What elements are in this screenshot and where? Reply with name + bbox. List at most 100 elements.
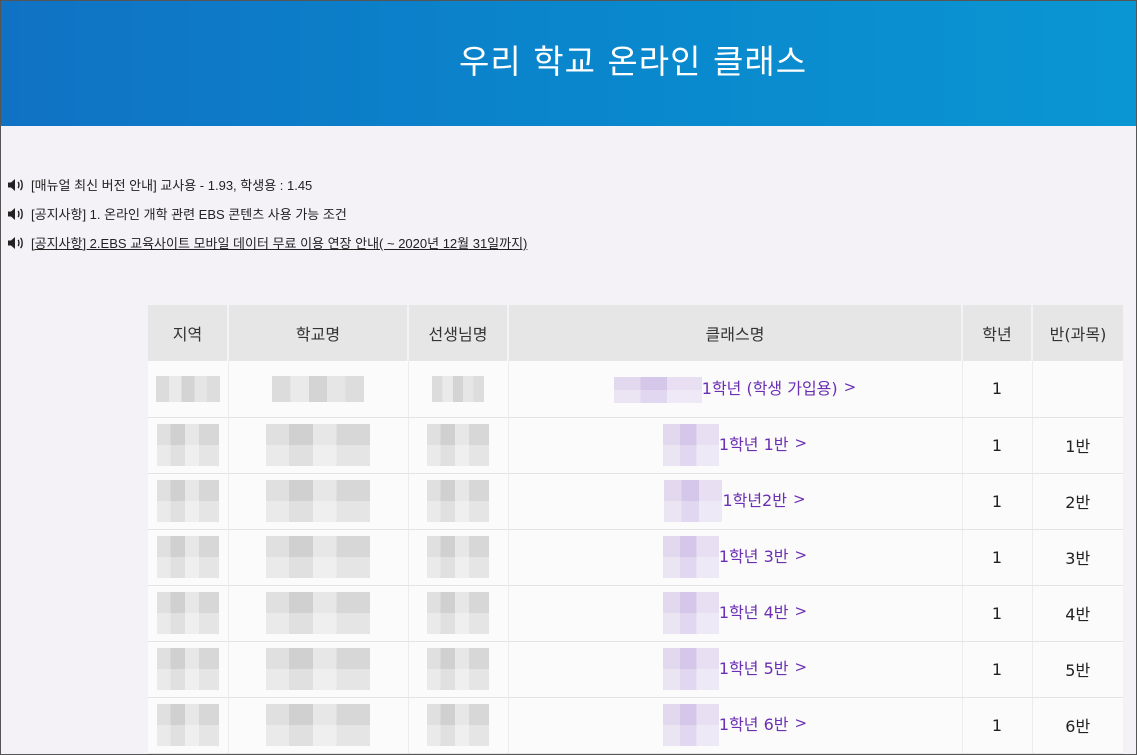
- redacted-teacher: [427, 536, 489, 578]
- region-cell: [148, 529, 229, 586]
- speaker-icon: [8, 178, 23, 191]
- redacted-class-prefix: [662, 592, 719, 634]
- redacted-school: [266, 536, 370, 578]
- school-cell: [228, 361, 409, 418]
- grade-cell: 1: [962, 361, 1033, 418]
- table-row[interactable]: 1학년 3반 > 1 3반: [148, 529, 1123, 586]
- teacher-cell: [408, 585, 509, 642]
- column-header-grade: 학년: [962, 305, 1033, 361]
- chevron-right-icon: >: [843, 378, 857, 396]
- redacted-region: [155, 375, 220, 402]
- speaker-icon: [8, 207, 23, 220]
- notice-link[interactable]: [공지사항] 2.EBS 교육사이트 모바일 데이터 무료 이용 연장 안내( …: [31, 233, 527, 252]
- table-row[interactable]: 1학년 5반 > 1 5반: [148, 641, 1123, 698]
- notice-item[interactable]: [매뉴얼 최신 버전 안내] 교사용 - 1.93, 학생용 : 1.45: [7, 170, 527, 199]
- column-header-school: 학교명: [228, 305, 409, 361]
- region-cell: [148, 473, 229, 530]
- chevron-right-icon: >: [794, 433, 808, 452]
- redacted-school: [266, 480, 370, 522]
- chevron-right-icon: >: [794, 713, 808, 732]
- teacher-cell: [408, 473, 509, 530]
- notice-text: [매뉴얼 최신 버전 안내] 교사용 - 1.93, 학생용 : 1.45: [31, 178, 313, 193]
- redacted-region: [156, 536, 219, 578]
- redacted-class-prefix: [613, 376, 702, 403]
- class-cell[interactable]: 1학년 4반 >: [508, 585, 963, 642]
- school-cell: [228, 529, 409, 586]
- notice-item[interactable]: [공지사항] 1. 온라인 개학 관련 EBS 콘텐츠 사용 가능 조건: [7, 199, 527, 228]
- school-cell: [228, 473, 409, 530]
- redacted-class-prefix: [662, 536, 719, 578]
- school-cell: [228, 697, 409, 754]
- class-cell[interactable]: 1학년 3반 >: [508, 529, 963, 586]
- class-link[interactable]: 1학년 5반 >: [719, 655, 807, 679]
- section-cell: 5반: [1032, 641, 1123, 698]
- section-cell: 4반: [1032, 585, 1123, 642]
- grade-cell: 1: [962, 585, 1033, 642]
- region-cell: [148, 417, 229, 474]
- section-cell: 3반: [1032, 529, 1123, 586]
- class-name: 1학년 6반: [718, 714, 789, 734]
- teacher-cell: [408, 641, 509, 698]
- class-name: 1학년2반: [722, 490, 787, 510]
- table-row[interactable]: 1학년 1반 > 1 1반: [148, 417, 1123, 474]
- redacted-teacher: [427, 704, 489, 746]
- redacted-class-prefix: [662, 704, 719, 746]
- class-cell[interactable]: 1학년 6반 >: [508, 697, 963, 754]
- column-header-section: 반(과목): [1032, 305, 1123, 361]
- table-row[interactable]: 1학년 (학생 가입용) > 1: [148, 361, 1123, 418]
- class-link[interactable]: 1학년 6반 >: [719, 711, 807, 735]
- redacted-teacher: [427, 648, 489, 690]
- redacted-class-prefix: [662, 648, 719, 690]
- redacted-school: [266, 648, 370, 690]
- region-cell: [148, 697, 229, 754]
- column-header-region: 지역: [148, 305, 229, 361]
- redacted-school: [266, 424, 370, 466]
- class-link[interactable]: 1학년 1반 >: [719, 431, 807, 455]
- teacher-cell: [408, 417, 509, 474]
- class-cell[interactable]: 1학년 5반 >: [508, 641, 963, 698]
- section-cell: 2반: [1032, 473, 1123, 530]
- notice-text: [공지사항] 1. 온라인 개학 관련 EBS 콘텐츠 사용 가능 조건: [31, 207, 347, 222]
- section-cell: 6반: [1032, 697, 1123, 754]
- chevron-right-icon: >: [794, 545, 808, 564]
- region-cell: [148, 361, 229, 418]
- column-header-class: 클래스명: [508, 305, 963, 361]
- notice-item[interactable]: [공지사항] 2.EBS 교육사이트 모바일 데이터 무료 이용 연장 안내( …: [7, 228, 527, 257]
- grade-cell: 1: [962, 641, 1033, 698]
- redacted-class-prefix: [662, 424, 719, 466]
- grade-cell: 1: [962, 417, 1033, 474]
- table-row[interactable]: 1학년 4반 > 1 4반: [148, 585, 1123, 642]
- redacted-region: [156, 648, 219, 690]
- header-banner: 우리 학교 온라인 클래스: [1, 1, 1136, 126]
- class-link[interactable]: 1학년 4반 >: [719, 599, 807, 623]
- section-cell: 1반: [1032, 417, 1123, 474]
- grade-cell: 1: [962, 473, 1033, 530]
- class-cell[interactable]: 1학년 1반 >: [508, 417, 963, 474]
- chevron-right-icon: >: [794, 601, 808, 620]
- teacher-cell: [408, 697, 509, 754]
- column-header-teacher: 선생님명: [408, 305, 509, 361]
- class-cell[interactable]: 1학년 (학생 가입용) >: [508, 361, 963, 418]
- class-table: 지역 학교명 선생님명 클래스명 학년 반(과목) 1학년 (학생 가입용) > …: [148, 305, 1123, 754]
- redacted-school: [272, 375, 364, 402]
- class-name: 1학년 5반: [718, 658, 789, 678]
- class-cell[interactable]: 1학년2반 >: [508, 473, 963, 530]
- school-cell: [228, 641, 409, 698]
- redacted-school: [266, 704, 370, 746]
- redacted-region: [156, 424, 219, 466]
- table-row[interactable]: 1학년2반 > 1 2반: [148, 473, 1123, 530]
- class-link[interactable]: 1학년 3반 >: [719, 543, 807, 567]
- redacted-teacher: [427, 424, 489, 466]
- table-row[interactable]: 1학년 6반 > 1 6반: [148, 697, 1123, 754]
- class-name: 1학년 1반: [718, 434, 789, 454]
- class-link[interactable]: 1학년 (학생 가입용) >: [702, 375, 856, 399]
- teacher-cell: [408, 361, 509, 418]
- redacted-region: [156, 592, 219, 634]
- class-link[interactable]: 1학년2반 >: [722, 487, 805, 511]
- redacted-teacher: [432, 375, 484, 402]
- chevron-right-icon: >: [792, 489, 806, 508]
- class-name: 1학년 (학생 가입용): [701, 379, 838, 398]
- redacted-teacher: [427, 592, 489, 634]
- table-header-row: 지역 학교명 선생님명 클래스명 학년 반(과목): [148, 305, 1123, 361]
- redacted-teacher: [427, 480, 489, 522]
